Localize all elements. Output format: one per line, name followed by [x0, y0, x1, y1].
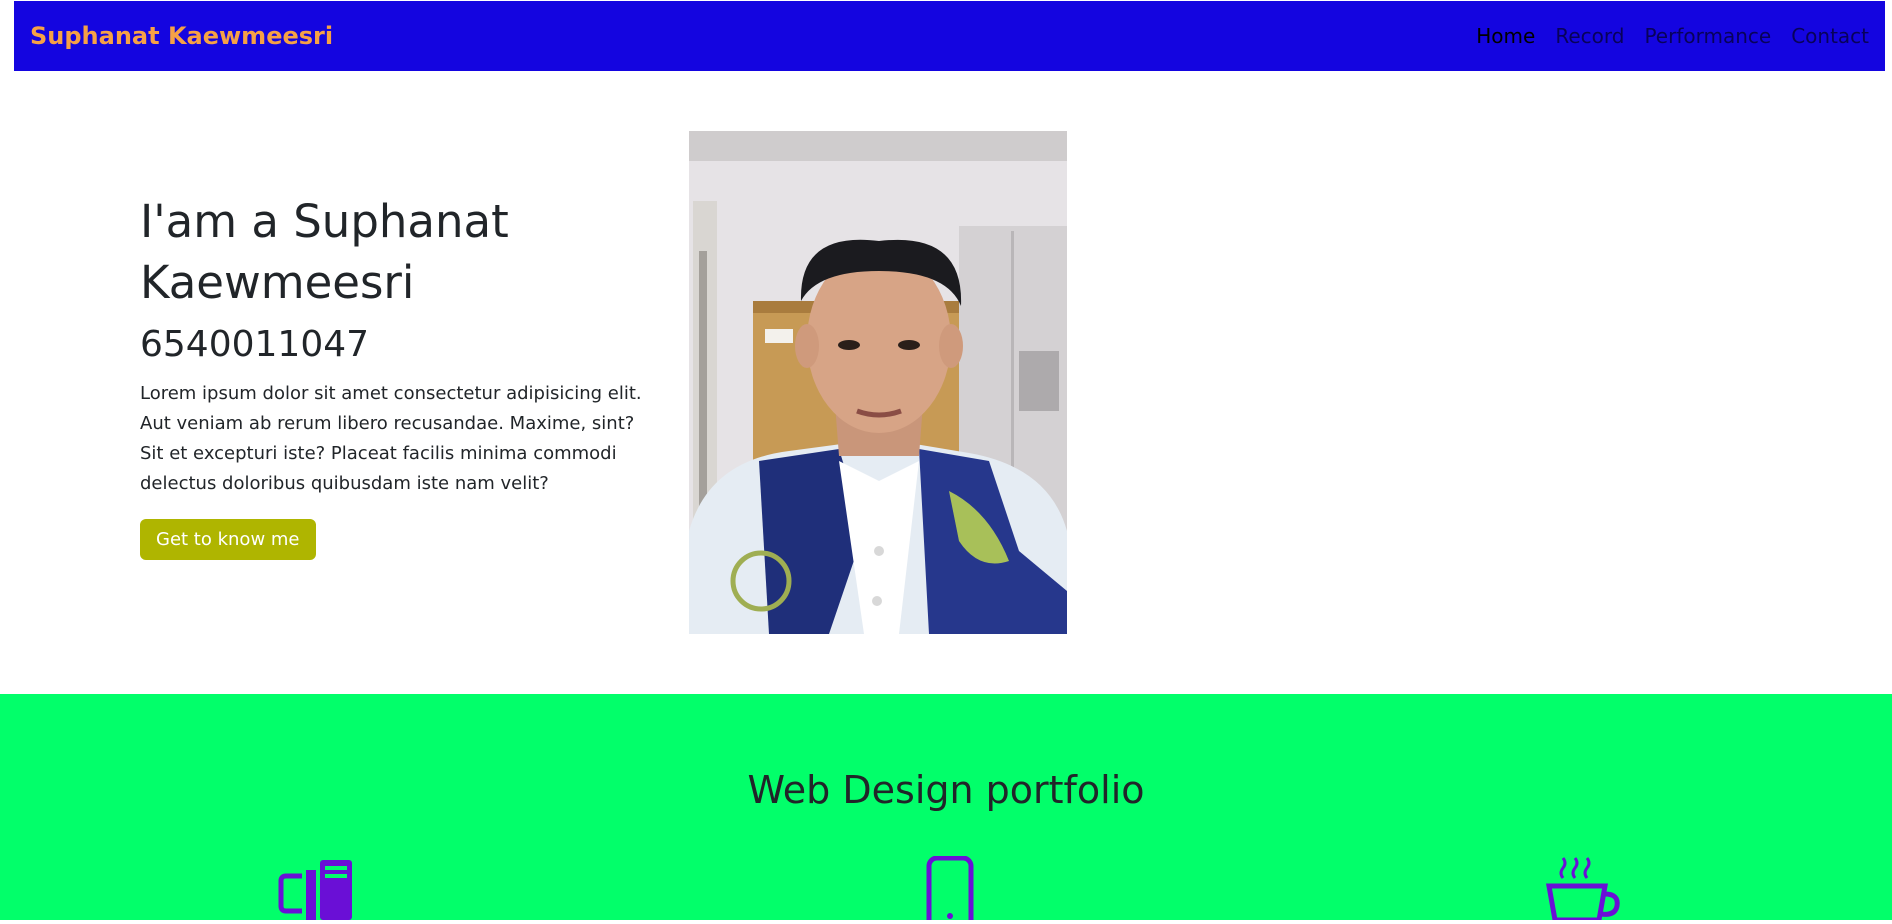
coffee-cup-icon	[1545, 854, 1625, 924]
nav-link-contact[interactable]: Contact	[1791, 24, 1869, 48]
portfolio-section: Web Design portfolio	[0, 694, 1892, 924]
books-icon	[278, 856, 358, 924]
nav-link-performance[interactable]: Performance	[1644, 24, 1771, 48]
student-id: 6540011047	[140, 323, 370, 365]
nav-links: Home Record Performance Contact	[1476, 24, 1869, 48]
profile-photo	[689, 131, 1067, 634]
nav-link-home[interactable]: Home	[1476, 24, 1535, 48]
navbar: Suphanat Kaewmeesri Home Record Performa…	[14, 1, 1885, 71]
portfolio-title: Web Design portfolio	[747, 768, 1145, 812]
hero-description: Lorem ipsum dolor sit amet consectetur a…	[140, 382, 642, 494]
get-to-know-me-button[interactable]: Get to know me	[140, 518, 316, 560]
nav-link-record[interactable]: Record	[1555, 24, 1624, 48]
hero-title: I'am a Suphanat Kaewmeesri	[140, 195, 509, 309]
smartphone-icon	[925, 855, 975, 924]
hero-section: I'am a Suphanat Kaewmeesri 6540011047 Lo…	[140, 192, 660, 560]
brand-link[interactable]: Suphanat Kaewmeesri	[30, 22, 333, 50]
